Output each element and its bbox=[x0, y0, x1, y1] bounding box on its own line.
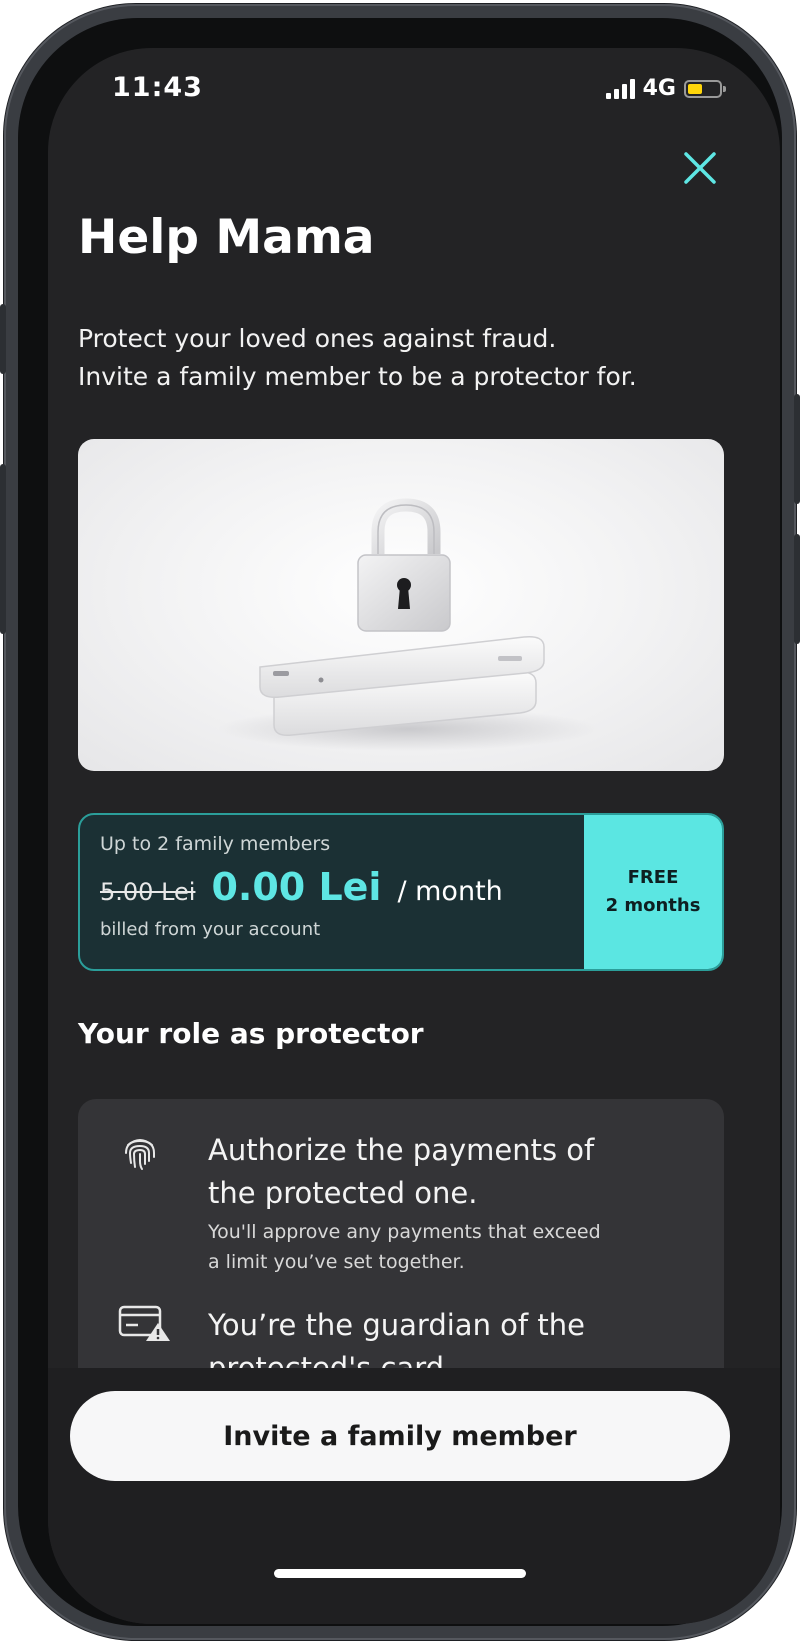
intro-line-1: Protect your loved ones against fraud. bbox=[78, 324, 557, 353]
home-indicator[interactable] bbox=[274, 1569, 526, 1578]
close-button[interactable] bbox=[680, 148, 720, 188]
intro-line-2: Invite a family member to be a protector… bbox=[78, 362, 637, 391]
role-item-description: You'll approve any payments that exceed … bbox=[208, 1217, 678, 1277]
role-title-line-1: Authorize the payments of bbox=[208, 1133, 595, 1167]
page-title: Help Mama bbox=[78, 210, 375, 265]
padlock-on-phones-illustration bbox=[218, 498, 598, 751]
role-title-line-1: You’re the guardian of the bbox=[208, 1308, 585, 1342]
price-row: 5.00 Lei 0.00 Lei / month bbox=[100, 865, 503, 909]
status-time: 11:43 bbox=[112, 72, 203, 103]
status-icons: 4G bbox=[605, 76, 726, 101]
hero-illustration bbox=[78, 439, 724, 771]
billing-note: billed from your account bbox=[100, 919, 321, 940]
role-sub-line-2: a limit you’ve set together. bbox=[208, 1251, 465, 1273]
role-sub-line-1: You'll approve any payments that exceed bbox=[208, 1221, 601, 1243]
members-limit: Up to 2 family members bbox=[100, 833, 331, 855]
role-title-line-2: the protected one. bbox=[208, 1176, 478, 1210]
invite-family-member-button[interactable]: Invite a family member bbox=[70, 1391, 730, 1481]
network-label: 4G bbox=[642, 76, 676, 101]
power-button bbox=[794, 394, 800, 504]
screen: 11:43 4G Help Mama Protect your loved on… bbox=[48, 48, 780, 1624]
promo-line-1: FREE bbox=[627, 867, 679, 888]
role-card: Authorize the payments of the protected … bbox=[78, 1099, 724, 1399]
role-item-title: Authorize the payments of the protected … bbox=[208, 1129, 678, 1215]
promo-badge: FREE 2 months bbox=[584, 815, 722, 969]
new-price: 0.00 Lei bbox=[211, 865, 382, 909]
volume-up-button bbox=[0, 304, 6, 374]
signal-icon bbox=[605, 78, 635, 99]
close-icon bbox=[684, 152, 716, 184]
pricing-card: Up to 2 family members 5.00 Lei 0.00 Lei… bbox=[78, 813, 724, 971]
volume-down-button bbox=[0, 464, 6, 634]
phone-bezel: 11:43 4G Help Mama Protect your loved on… bbox=[18, 18, 782, 1626]
fingerprint-icon bbox=[118, 1131, 162, 1179]
card-warning-icon bbox=[118, 1303, 172, 1347]
intro-text: Protect your loved ones against fraud. I… bbox=[78, 320, 637, 396]
side-button bbox=[794, 534, 800, 644]
pricing-details: Up to 2 family members 5.00 Lei 0.00 Lei… bbox=[100, 833, 503, 940]
battery-icon bbox=[684, 79, 726, 98]
battery-fill bbox=[688, 83, 702, 94]
promo-line-2: 2 months bbox=[605, 895, 701, 916]
phone-frame: 11:43 4G Help Mama Protect your loved on… bbox=[0, 4, 800, 1640]
old-price: 5.00 Lei bbox=[100, 878, 196, 906]
role-heading: Your role as protector bbox=[78, 1017, 424, 1050]
billing-period: / month bbox=[397, 876, 503, 907]
